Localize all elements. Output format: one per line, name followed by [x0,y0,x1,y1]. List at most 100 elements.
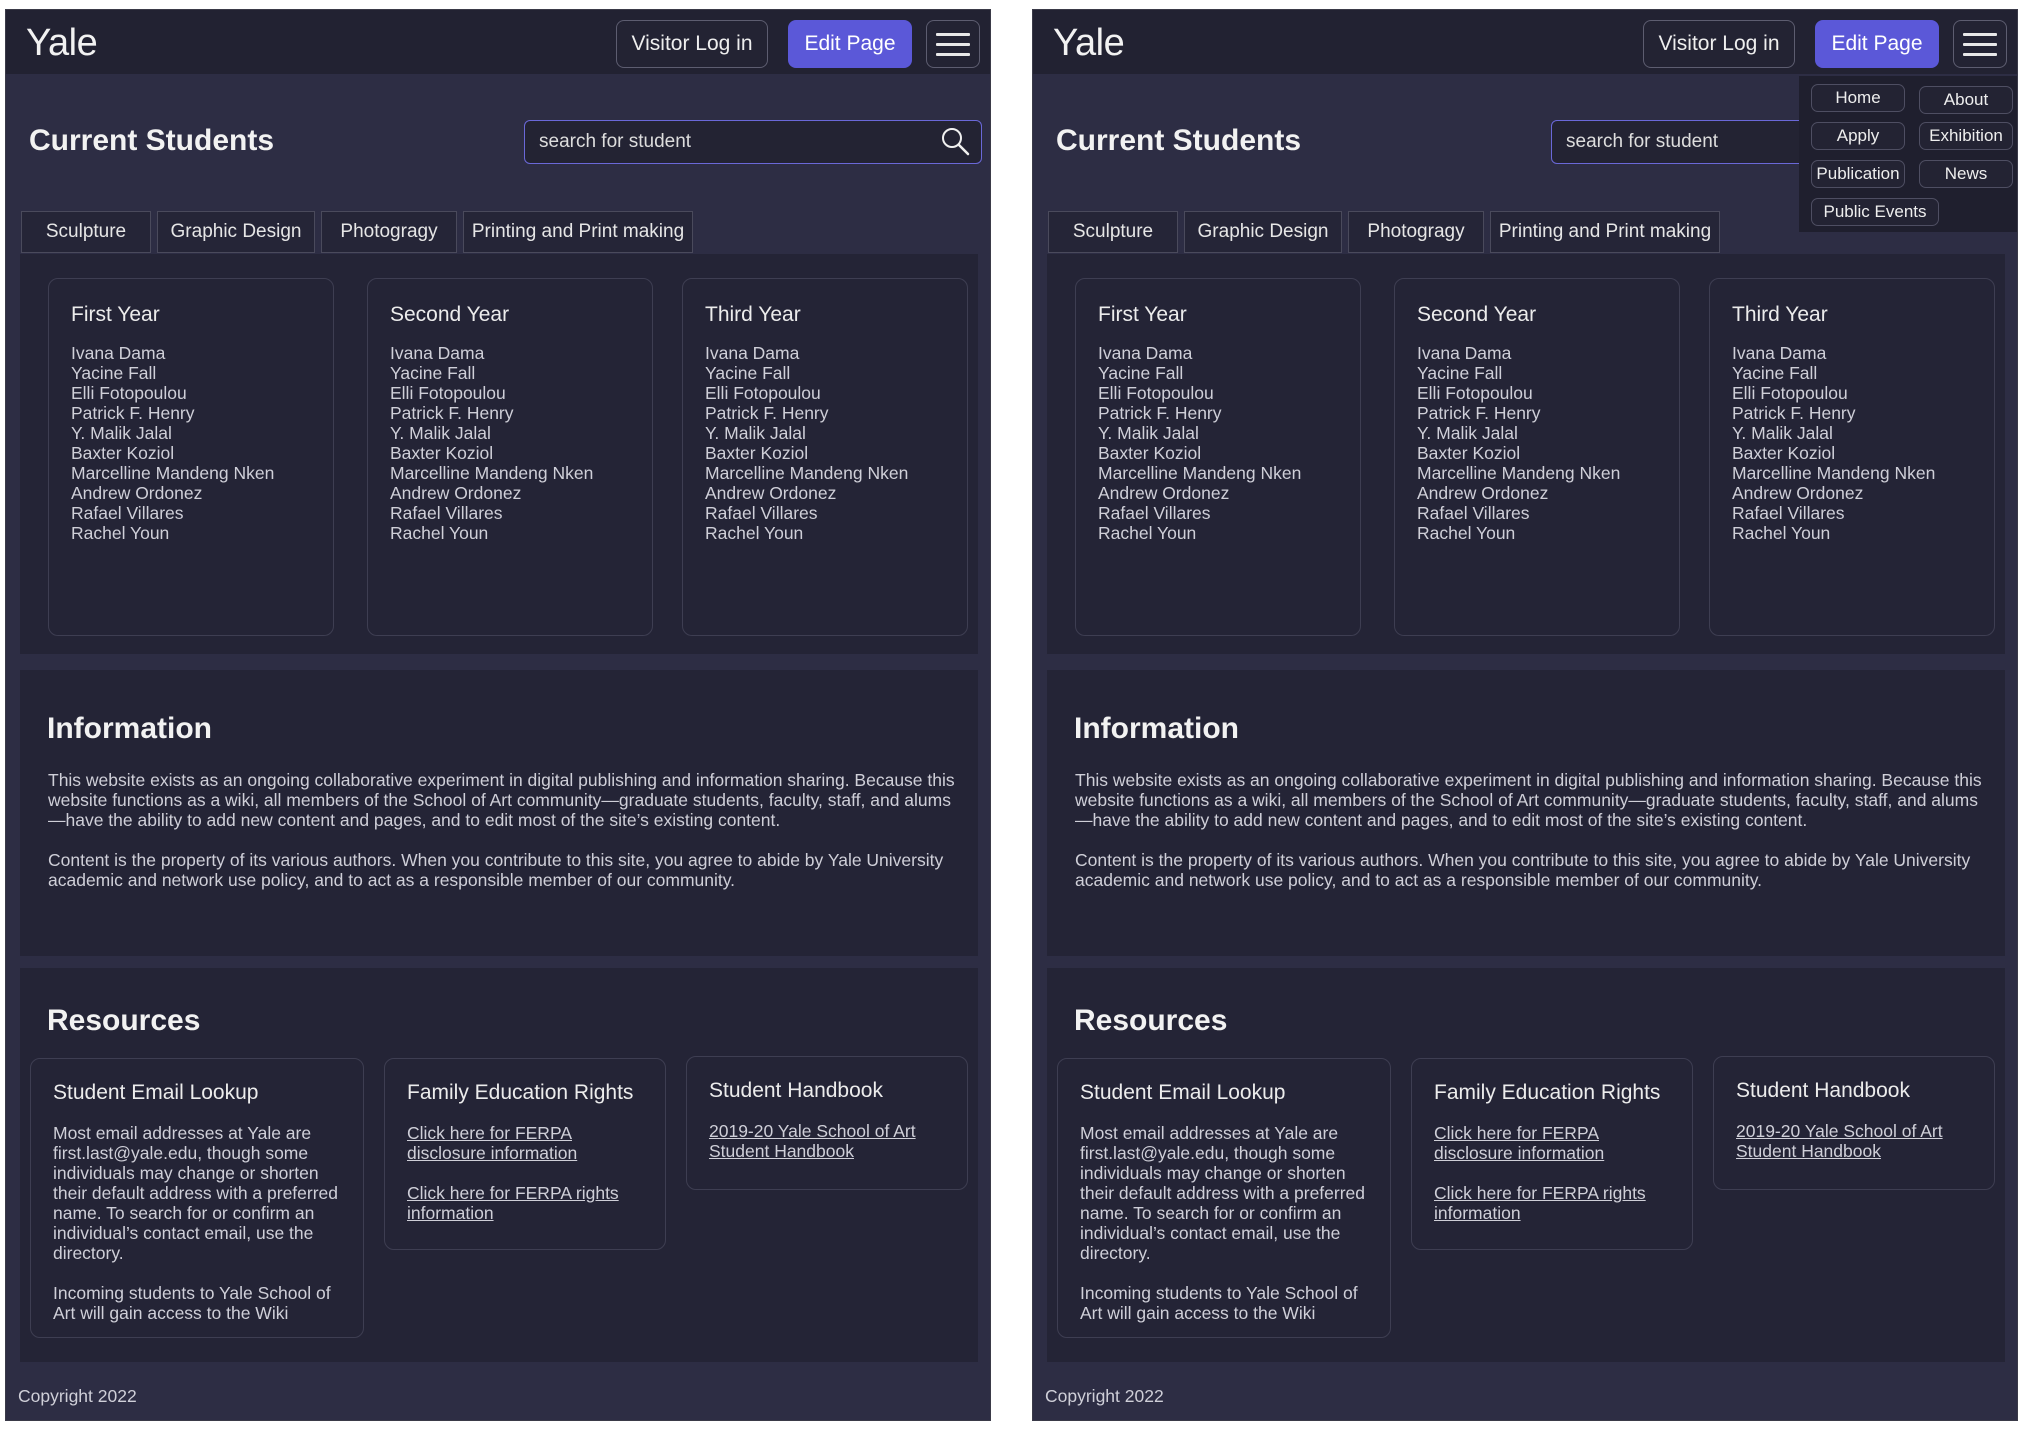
handbook-link[interactable]: 2019-20 Yale School of Art Student Handb… [1736,1121,1976,1161]
ferpa-rights-link[interactable]: Click here for FERPA rights information [1434,1183,1674,1223]
student-name: Andrew Ordonez [705,483,837,503]
search-placeholder: search for student [539,131,692,152]
year-card: Third Year Ivana Dama Yacine Fall Elli Fot… [1709,278,1995,636]
resource-body: Most email addresses at Yale are first.l… [53,1123,345,1323]
student-name: Ivana Dama [705,343,800,363]
tab-sculpture[interactable]: Sculpture [21,211,151,253]
yale-logo[interactable]: Yale [1053,22,1125,65]
student-name: Elli Fotopoulou [1098,383,1214,403]
year-title: First Year [1098,303,1187,326]
information-section: Information This website exists as an on… [20,670,978,956]
student-name: Rachel Youn [705,523,804,543]
search-icon[interactable] [939,125,971,157]
student-name: Baxter Koziol [1098,443,1202,463]
top-nav: Yale Visitor Log in Edit Page [1033,10,2017,74]
student-years-section: First Year Ivana Dama Yacine Fall Elli Fot… [1047,254,2005,654]
student-years-section: First Year Ivana Dama Yacine Fall Elli Fot… [20,254,978,654]
student-name: Ivana Dama [1732,343,1827,363]
hamburger-menu-icon[interactable] [926,20,980,68]
student-name: Rafael Villares [1098,503,1211,523]
resources-heading: Resources [1074,1004,1228,1037]
resource-title: Family Education Rights [1434,1081,1661,1104]
menu-item-news[interactable]: News [1919,160,2013,188]
student-name: Elli Fotopoulou [1417,383,1533,403]
information-heading: Information [1074,712,1239,745]
student-name: Marcelline Mandeng Nken [705,463,909,483]
category-tabs: Sculpture Graphic Design Photogragy Prin… [21,211,693,253]
student-name: Y. Malik Jalal [1098,423,1199,443]
year-title: First Year [71,303,160,326]
category-tabs: Sculpture Graphic Design Photogragy Prin… [1048,211,1720,253]
tab-photography[interactable]: Photogragy [1348,211,1484,253]
year-title: Third Year [705,303,801,326]
ferpa-rights-link[interactable]: Click here for FERPA rights information [407,1183,647,1223]
tab-graphic-design[interactable]: Graphic Design [157,211,315,253]
page-view-menu-open: Yale Visitor Log in Edit Page Current St… [1032,9,2018,1421]
student-name: Rafael Villares [705,503,818,523]
student-name: Rafael Villares [71,503,184,523]
edit-page-button[interactable]: Edit Page [1815,20,1939,68]
student-name: Yacine Fall [71,363,157,383]
information-section: Information This website exists as an on… [1047,670,2005,956]
student-name: Marcelline Mandeng Nken [1098,463,1302,483]
student-name: Yacine Fall [1417,363,1503,383]
page-view-default: Yale Visitor Log in Edit Page Current St… [5,9,991,1421]
resource-title: Student Email Lookup [53,1081,259,1104]
tab-photography[interactable]: Photogragy [321,211,457,253]
student-name: Patrick F. Henry [705,403,829,423]
student-name: Ivana Dama [71,343,166,363]
year-card: First Year Ivana Dama Yacine Fall Elli Fot… [48,278,334,636]
resources-heading: Resources [47,1004,201,1037]
resources-section: Resources Student Email Lookup Most emai… [1047,956,2005,1362]
page-title: Current Students [29,124,275,157]
menu-item-about[interactable]: About [1919,86,2013,114]
menu-item-public-events[interactable]: Public Events [1811,198,1939,226]
student-name: Andrew Ordonez [1417,483,1549,503]
student-name: Rafael Villares [1732,503,1845,523]
ferpa-card: Family Education Rights Click here for F… [1411,1058,1693,1250]
edit-page-button[interactable]: Edit Page [788,20,912,68]
student-name: Patrick F. Henry [1098,403,1222,423]
student-name: Marcelline Mandeng Nken [1732,463,1936,483]
information-heading: Information [47,712,212,745]
year-title: Second Year [1417,303,1537,326]
resource-title: Student Email Lookup [1080,1081,1286,1104]
tab-graphic-design[interactable]: Graphic Design [1184,211,1342,253]
student-list: Ivana Dama Yacine Fall Elli Fotopoulou Patr… [1417,343,1620,543]
information-paragraph: Content is the property of its various a… [48,850,944,890]
yale-logo[interactable]: Yale [26,22,98,65]
email-lookup-card: Student Email Lookup Most email addresse… [1057,1058,1391,1338]
year-card: Third Year Ivana Dama Yacine Fall Elli Fot… [682,278,968,636]
student-name: Ivana Dama [1098,343,1193,363]
year-card: Second Year Ivana Dama Yacine Fall Elli Fo… [1394,278,1680,636]
student-name: Baxter Koziol [1417,443,1521,463]
tab-printing[interactable]: Printing and Print making [1490,211,1720,253]
handbook-link[interactable]: 2019-20 Yale School of Art Student Handb… [709,1121,949,1161]
hamburger-menu-icon[interactable] [1953,20,2007,68]
student-name: Ivana Dama [390,343,485,363]
menu-item-home[interactable]: Home [1811,84,1905,112]
information-paragraph: Content is the property of its various a… [1075,850,1971,890]
student-list: Ivana Dama Yacine Fall Elli Fotopoulou Patr… [390,343,593,543]
resource-body: Click here for FERPA disclosure informat… [407,1123,647,1223]
menu-item-exhibition[interactable]: Exhibition [1919,122,2013,150]
student-name: Rachel Youn [1732,523,1831,543]
handbook-card: Student Handbook 2019-20 Yale School of … [1713,1056,1995,1190]
student-list: Ivana Dama Yacine Fall Elli Fotopoulou Patr… [705,343,908,543]
student-name: Rafael Villares [1417,503,1530,523]
search-input[interactable]: search for student [524,120,982,164]
student-name: Yacine Fall [390,363,476,383]
resource-title: Student Handbook [709,1079,883,1102]
student-name: Marcelline Mandeng Nken [390,463,594,483]
visitor-login-button[interactable]: Visitor Log in [616,20,768,68]
email-info-text: Most email addresses at Yale are first.l… [1080,1123,1366,1263]
student-name: Rachel Youn [71,523,170,543]
menu-item-apply[interactable]: Apply [1811,122,1905,150]
menu-item-publication[interactable]: Publication [1811,160,1905,188]
student-name: Andrew Ordonez [71,483,203,503]
tab-printing[interactable]: Printing and Print making [463,211,693,253]
ferpa-disclosure-link[interactable]: Click here for FERPA disclosure informat… [1434,1123,1674,1163]
tab-sculpture[interactable]: Sculpture [1048,211,1178,253]
visitor-login-button[interactable]: Visitor Log in [1643,20,1795,68]
ferpa-disclosure-link[interactable]: Click here for FERPA disclosure informat… [407,1123,647,1163]
